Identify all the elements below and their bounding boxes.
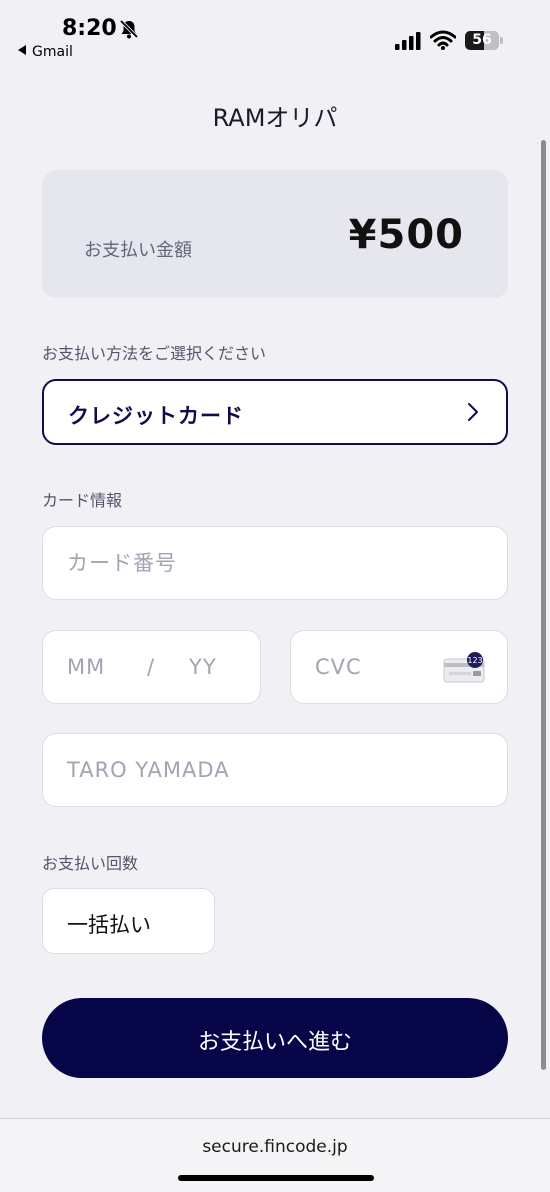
cvc-badge-text: 123 xyxy=(467,656,482,665)
submit-payment-label: お支払いへ進む xyxy=(197,1030,352,1055)
cellular-signal-icon xyxy=(395,32,421,50)
payment-method-select[interactable]: クレジットカード xyxy=(42,379,508,445)
installments-value: 一括払い xyxy=(67,913,151,937)
back-to-app-link[interactable]: Gmail xyxy=(18,44,73,60)
page-title: RAMオリパ xyxy=(212,104,338,132)
payment-method-value: クレジットカード xyxy=(68,404,244,428)
submit-payment-button[interactable]: お支払いへ進む xyxy=(42,998,508,1078)
cardholder-name-input[interactable]: TARO YAMADA xyxy=(42,733,508,807)
back-app-label: Gmail xyxy=(32,44,73,60)
wifi-icon xyxy=(430,30,456,50)
installments-label: お支払い回数 xyxy=(42,854,139,873)
home-indicator[interactable] xyxy=(178,1175,374,1181)
payment-screen: 8:20 Gmail 56 RAMオリパ お支払い金額 ¥500 お支払い方法を… xyxy=(0,0,550,1192)
expiry-input[interactable]: MM / YY xyxy=(42,630,261,704)
scrollbar[interactable] xyxy=(541,140,546,1070)
cardholder-name-placeholder: TARO YAMADA xyxy=(67,758,230,782)
expiry-year-placeholder: YY xyxy=(189,655,217,679)
expiry-separator: / xyxy=(147,655,156,679)
battery-percentage: 56 xyxy=(472,32,492,48)
card-number-placeholder: カード番号 xyxy=(67,551,177,575)
payment-method-label: お支払い方法をご選択ください xyxy=(42,344,267,363)
amount-summary: お支払い金額 ¥500 xyxy=(42,170,508,298)
cvc-input[interactable]: CVC 123 xyxy=(290,630,508,704)
bell-slash-icon xyxy=(119,19,139,39)
browser-footer: secure.fincode.jp xyxy=(0,1118,550,1192)
back-arrow-icon xyxy=(18,45,26,55)
credit-card-cvc-icon: 123 xyxy=(443,652,485,683)
amount-value: ¥500 xyxy=(348,212,464,258)
expiry-month-placeholder: MM xyxy=(67,655,106,679)
card-info-label: カード情報 xyxy=(42,491,123,510)
amount-label: お支払い金額 xyxy=(84,240,192,261)
url-domain[interactable]: secure.fincode.jp xyxy=(0,1137,550,1157)
cvc-placeholder: CVC xyxy=(315,655,362,679)
installments-select[interactable]: 一括払い xyxy=(42,888,215,954)
status-time: 8:20 xyxy=(62,16,117,41)
battery-indicator: 56 xyxy=(465,31,503,50)
card-number-input[interactable]: カード番号 xyxy=(42,526,508,600)
chevron-right-icon xyxy=(468,403,478,421)
